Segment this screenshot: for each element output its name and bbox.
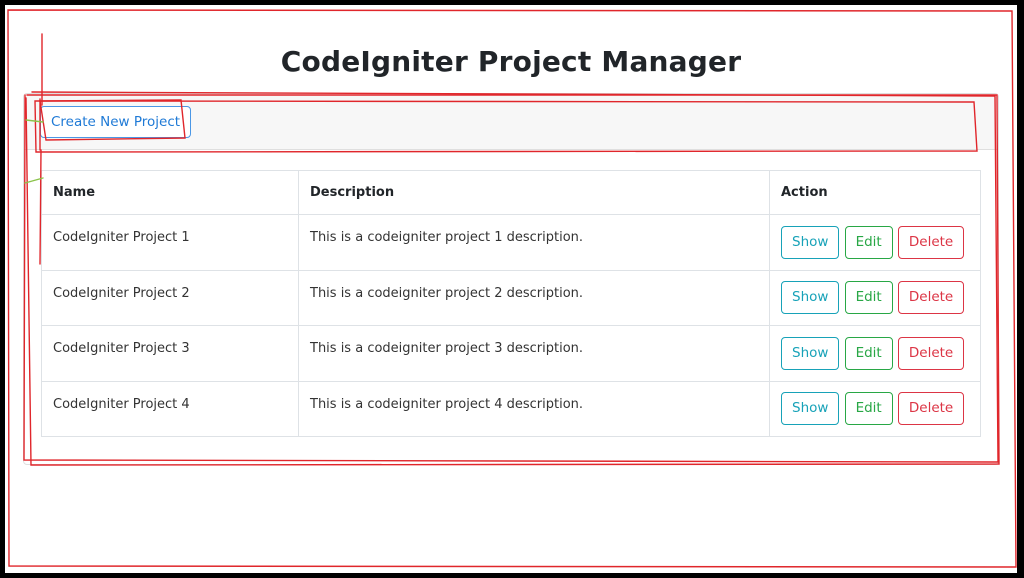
table-row: CodeIgniter Project 2 This is a codeigni…	[41, 269, 981, 326]
show-button[interactable]: Show	[781, 336, 840, 370]
table-row: CodeIgniter Project 4 This is a codeigni…	[41, 380, 981, 437]
project-description: This is a codeigniter project 2 descript…	[298, 269, 770, 326]
table-row: CodeIgniter Project 1 This is a codeigni…	[41, 214, 981, 271]
project-description: This is a codeigniter project 3 descript…	[298, 325, 770, 382]
project-name: CodeIgniter Project 3	[41, 325, 299, 382]
edit-button[interactable]: Edit	[844, 225, 893, 259]
delete-button[interactable]: Delete	[897, 336, 965, 370]
show-button[interactable]: Show	[781, 392, 840, 426]
delete-button[interactable]: Delete	[897, 392, 965, 426]
header-name: Name	[41, 170, 299, 215]
project-description: This is a codeigniter project 1 descript…	[298, 214, 770, 271]
page-title: CodeIgniter Project Manager	[280, 45, 742, 78]
edit-button[interactable]: Edit	[844, 281, 893, 315]
card-header: Create New Project	[24, 94, 998, 150]
delete-button[interactable]: Delete	[897, 225, 965, 259]
edit-button[interactable]: Edit	[844, 392, 893, 426]
header-action: Action	[769, 170, 981, 215]
project-name: CodeIgniter Project 1	[41, 214, 299, 271]
create-project-button[interactable]: Create New Project	[40, 106, 192, 138]
show-button[interactable]: Show	[781, 281, 840, 315]
project-name: CodeIgniter Project 4	[41, 380, 299, 437]
table-header-row: Name Description Action	[41, 170, 981, 215]
header-description: Description	[298, 170, 770, 215]
row-actions: Show Edit Delete	[769, 269, 981, 326]
projects-card: Create New Project Name Description Acti…	[23, 93, 999, 465]
show-button[interactable]: Show	[781, 225, 840, 259]
page-frame: CodeIgniter Project Manager Create New P…	[5, 5, 1017, 573]
delete-button[interactable]: Delete	[897, 281, 965, 315]
row-actions: Show Edit Delete	[769, 325, 981, 382]
row-actions: Show Edit Delete	[769, 380, 981, 437]
table-row: CodeIgniter Project 3 This is a codeigni…	[41, 325, 981, 382]
projects-table: Name Description Action CodeIgniter Proj…	[41, 170, 981, 437]
edit-button[interactable]: Edit	[844, 336, 893, 370]
project-name: CodeIgniter Project 2	[41, 269, 299, 326]
project-description: This is a codeigniter project 4 descript…	[298, 380, 770, 437]
row-actions: Show Edit Delete	[769, 214, 981, 271]
